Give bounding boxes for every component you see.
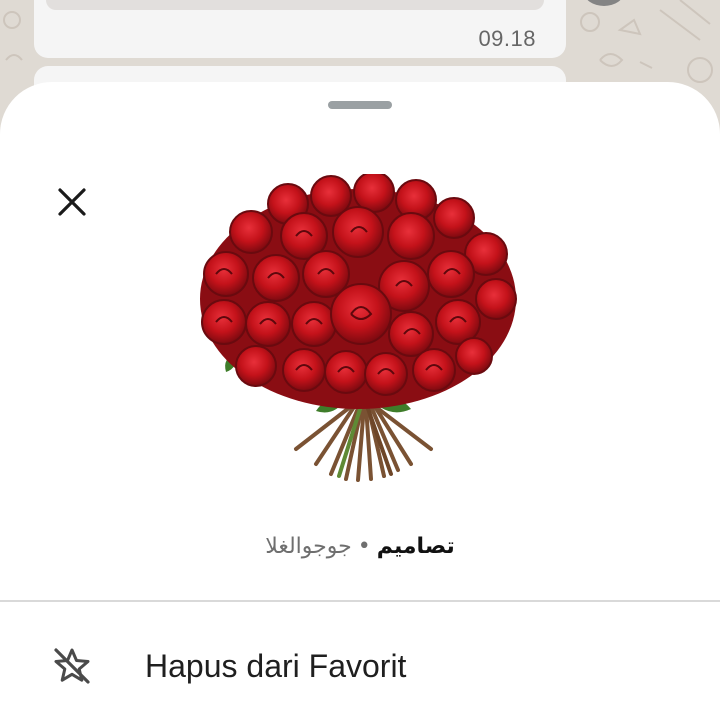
close-icon — [58, 188, 86, 216]
sticker-pack-name: تصاميم — [376, 534, 455, 559]
divider — [0, 600, 720, 602]
star-off-icon — [54, 648, 90, 684]
remove-from-favorites-label: Hapus dari Favorit — [145, 648, 407, 684]
sticker-pack-info: تصاميم•جوجوالغلا — [160, 534, 560, 559]
separator-dot: • — [357, 534, 371, 559]
close-button[interactable] — [50, 180, 94, 224]
drag-handle[interactable] — [328, 101, 392, 109]
rose-bouquet-sticker[interactable] — [196, 174, 526, 504]
remove-from-favorites-button[interactable]: Hapus dari Favorit — [0, 612, 720, 720]
sticker-bottom-sheet: تصاميم•جوجوالغلا Hapus dari Favorit — [0, 82, 720, 720]
sticker-pack-author: جوجوالغلا — [265, 534, 352, 559]
